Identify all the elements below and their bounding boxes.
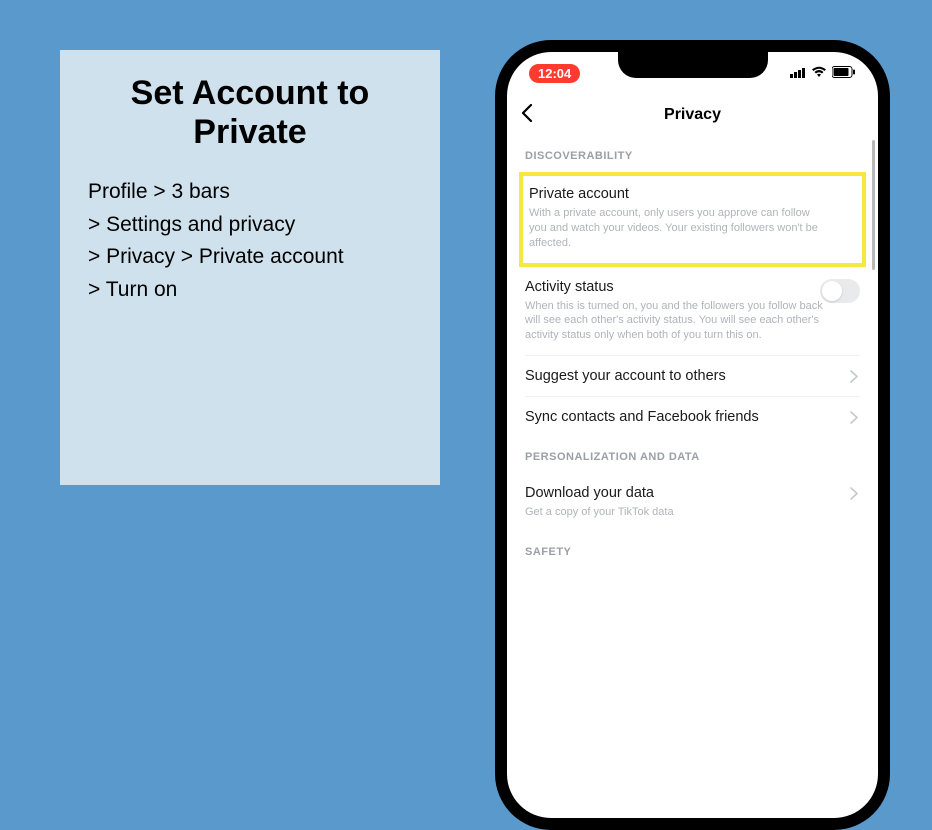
activity-status-toggle[interactable] xyxy=(820,279,860,303)
row-private-account-sub: With a private account, only users you a… xyxy=(529,206,856,251)
row-activity-status-sub: When this is turned on, you and the foll… xyxy=(525,299,860,344)
row-suggest-account[interactable]: Suggest your account to others xyxy=(523,356,862,396)
chevron-right-icon xyxy=(850,370,858,387)
nav-title: Privacy xyxy=(507,106,878,124)
section-discoverability: DISCOVERABILITY xyxy=(523,136,862,172)
chevron-right-icon xyxy=(850,487,858,504)
scrollbar[interactable] xyxy=(872,140,875,270)
row-download-title: Download your data xyxy=(525,485,860,501)
wifi-icon xyxy=(811,65,827,81)
row-download-data[interactable]: Download your data Get a copy of your Ti… xyxy=(523,473,862,532)
step-4: > Turn on xyxy=(88,274,412,307)
step-2: > Settings and privacy xyxy=(88,209,412,242)
chevron-right-icon xyxy=(850,411,858,428)
settings-list: DISCOVERABILITY Private account With a p… xyxy=(507,136,878,568)
row-activity-status[interactable]: Activity status When this is turned on, … xyxy=(523,267,862,356)
cellular-icon xyxy=(790,65,806,81)
instruction-card: Set Account to Private Profile > 3 bars … xyxy=(60,50,440,485)
phone-screen: 12:04 Privacy DISCOVERABILITY xyxy=(507,52,878,818)
chevron-left-icon xyxy=(521,104,533,122)
nav-bar: Privacy xyxy=(507,94,878,136)
title-line1: Set Account to xyxy=(131,74,370,112)
battery-icon xyxy=(832,65,856,81)
row-suggest-title: Suggest your account to others xyxy=(525,368,860,384)
phone-notch xyxy=(618,52,768,78)
row-private-account-title[interactable]: Private account xyxy=(529,186,856,202)
instruction-steps: Profile > 3 bars > Settings and privacy … xyxy=(88,176,412,306)
instruction-title: Set Account to Private xyxy=(88,74,412,152)
status-time: 12:04 xyxy=(529,64,580,83)
section-safety: SAFETY xyxy=(523,532,862,568)
private-account-highlight: Private account With a private account, … xyxy=(519,172,866,267)
row-sync-title: Sync contacts and Facebook friends xyxy=(525,409,860,425)
step-3: > Privacy > Private account xyxy=(88,241,412,274)
step-1: Profile > 3 bars xyxy=(88,176,412,209)
status-icons xyxy=(790,65,856,81)
section-personalization: PERSONALIZATION AND DATA xyxy=(523,437,862,473)
row-activity-status-title: Activity status xyxy=(525,279,860,295)
back-button[interactable] xyxy=(521,104,533,126)
phone-frame: 12:04 Privacy DISCOVERABILITY xyxy=(495,40,890,830)
title-line2: Private xyxy=(193,113,306,151)
row-sync-contacts[interactable]: Sync contacts and Facebook friends xyxy=(523,397,862,437)
row-download-sub: Get a copy of your TikTok data xyxy=(525,505,860,520)
